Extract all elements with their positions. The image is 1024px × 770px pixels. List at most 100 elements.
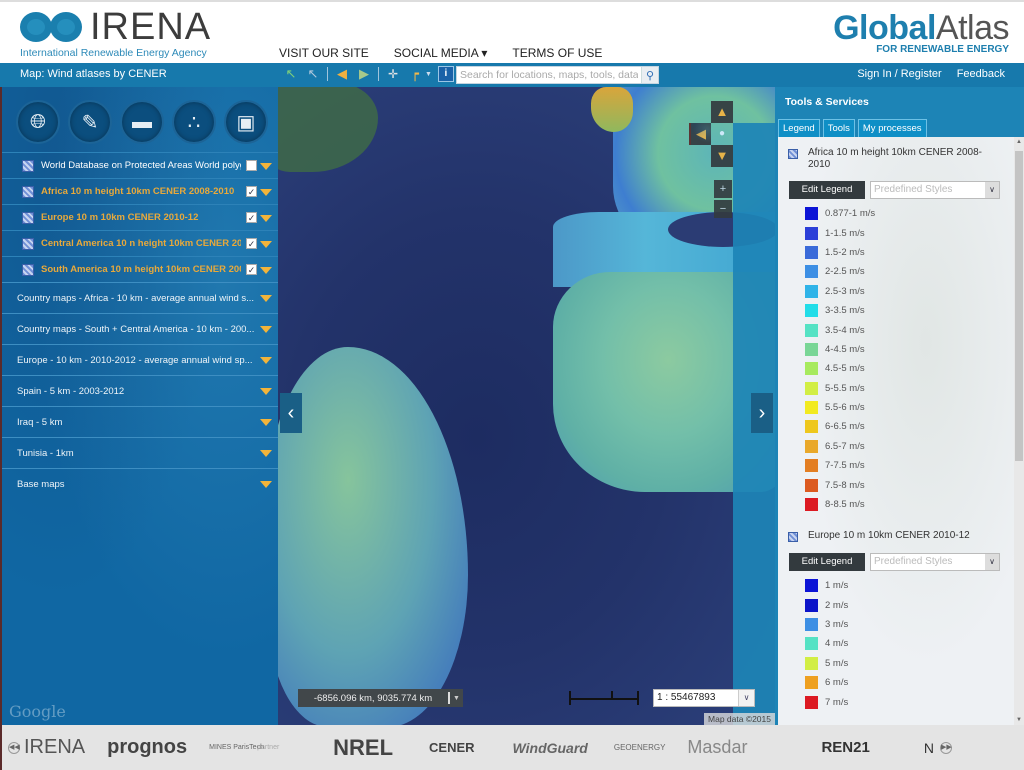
expand-icon[interactable] [260,163,272,170]
global-atlas-logo[interactable]: GlobalAtlas FOR RENEWABLE ENERGY [833,10,1009,55]
layer-checkbox[interactable]: ✓ [246,264,257,275]
zoom-in-icon[interactable]: ↖ [283,66,299,82]
zoom-in-button[interactable]: + [714,180,732,198]
expand-icon[interactable] [260,267,272,274]
partner-logo[interactable]: MINES ParisTech [209,744,264,751]
layer-checkbox[interactable]: ✓ [246,186,257,197]
layer-item[interactable]: Europe 10 m 10km CENER 2010-12 ✓ [2,204,278,230]
legend-label: 5.5-6 m/s [825,402,865,414]
pan-left-icon[interactable]: ◀ [689,123,711,145]
nav-visit-site[interactable]: VISIT OUR SITE [279,46,369,60]
tab-legend[interactable]: Legend [778,119,820,137]
edit-icon[interactable]: ✎ [68,100,112,144]
legend-swatch [805,637,818,651]
expand-icon[interactable] [260,481,272,488]
partner-logo[interactable]: CENER [429,740,475,755]
sign-in-link[interactable]: Sign In / Register [857,68,941,80]
edit-legend-button[interactable]: Edit Legend [789,181,865,199]
layer-group[interactable]: Country maps - Africa - 10 km - average … [2,282,278,313]
legend-item: 2 m/s [805,595,1012,614]
layer-group[interactable]: Country maps - South + Central America -… [2,313,278,344]
search-icon[interactable]: ⚲ [641,67,658,83]
globe-icon[interactable]: 🌐︎ [16,100,60,144]
legend-swatch [805,284,818,298]
legend-item: 3-3.5 m/s [805,301,1012,320]
partner-logo[interactable]: REN21 [821,739,869,756]
pan-center-icon[interactable]: ● [711,123,733,145]
partner-logo[interactable]: partner [257,744,317,751]
partner-logo[interactable]: prognos [107,736,187,759]
legend-label: 1-1.5 m/s [825,227,865,239]
folder-icon[interactable]: ▬ [120,100,164,144]
scrollbar[interactable]: ▲ ▼ [1014,137,1024,725]
map-canvas[interactable]: ▲ ◀ ● ▶ ▼ + − ‹ › -6856.096 km, 9035.774… [278,87,775,725]
coordinate-readout[interactable]: -6856.096 km, 9035.774 km ▼ [298,689,463,707]
layer-group[interactable]: Spain - 5 km - 2003-2012 [2,375,278,406]
legend-swatch [805,420,818,434]
irena-name: IRENA [90,6,212,48]
layer-group[interactable]: Europe - 10 km - 2010-2012 - average ann… [2,344,278,375]
chevron-down-icon[interactable]: ∨ [738,690,754,706]
expand-icon[interactable] [260,388,272,395]
save-icon[interactable]: ▣ [224,100,268,144]
expand-icon[interactable] [260,295,272,302]
expand-icon[interactable] [260,241,272,248]
expand-icon[interactable] [260,326,272,333]
chevron-down-icon[interactable]: ▼ [425,71,432,78]
scrollbar-thumb[interactable] [1015,151,1023,461]
partner-logo[interactable]: GEOENERGY [614,743,666,752]
layer-item[interactable]: World Database on Protected Areas World … [2,152,278,178]
collapse-left-panel-icon[interactable]: ‹ [280,393,302,433]
collapse-right-panel-icon[interactable]: › [751,393,773,433]
expand-icon[interactable] [260,357,272,364]
share-icon[interactable]: ∴ [172,100,216,144]
layer-item[interactable]: Central America 10 n height 10km CENER 2… [2,230,278,256]
forward-icon[interactable]: ▶ [356,66,372,82]
zoom-out-icon[interactable]: ↖ [305,66,321,82]
partner-logo[interactable]: N [924,740,934,756]
search-input[interactable] [457,67,642,83]
predefined-styles-select[interactable]: Predefined Styles ∨ [870,553,1000,571]
scroll-up-icon[interactable]: ▲ [1016,139,1022,145]
chevron-down-icon[interactable]: ∨ [985,554,999,570]
partner-logo[interactable]: IRENA [24,736,85,759]
legend-section: Africa 10 m height 10km CENER 2008-2010 … [778,147,1012,514]
layer-checkbox[interactable]: ✓ [246,238,257,249]
nav-social-media[interactable]: SOCIAL MEDIA ▾ [394,46,488,60]
layer-group[interactable]: Iraq - 5 km [2,406,278,437]
nav-terms-of-use[interactable]: TERMS OF USE [512,46,602,60]
feedback-link[interactable]: Feedback [957,68,1005,80]
tab-tools[interactable]: Tools [822,119,855,137]
expand-icon[interactable] [260,189,272,196]
legend-section: Europe 10 m 10km CENER 2010-12 Edit Lege… [778,530,1012,712]
layer-item[interactable]: South America 10 m height 10km CENER 200… [2,256,278,282]
scroll-down-icon[interactable]: ▼ [1016,717,1022,723]
layer-checkbox[interactable]: ✓ [246,212,257,223]
expand-icon[interactable] [260,215,272,222]
layer-item[interactable]: Africa 10 m height 10km CENER 2008-2010 … [2,178,278,204]
edit-legend-button[interactable]: Edit Legend [789,553,865,571]
measure-icon[interactable]: ┍ [407,66,423,82]
expand-icon[interactable] [260,450,272,457]
rewind-icon[interactable]: ◀◀ [8,741,20,754]
irena-logo[interactable]: IRENA [20,6,212,48]
tab-my-processes[interactable]: My processes [857,119,927,137]
pan-down-icon[interactable]: ▼ [711,145,733,167]
layer-group[interactable]: Tunisia - 1km [2,437,278,468]
chevron-down-icon[interactable]: ∨ [985,182,999,198]
partner-logo[interactable]: WindGuard [513,740,588,756]
info-icon[interactable]: i [437,66,454,82]
layer-checkbox[interactable] [246,160,257,171]
chevron-down-icon[interactable]: ▼ [453,695,463,702]
partner-logo[interactable]: NREL [333,735,393,761]
partner-logo[interactable]: Masdar [687,737,747,758]
fast-forward-icon[interactable]: ▶▶ [939,741,952,754]
predefined-styles-select[interactable]: Predefined Styles ∨ [870,181,1000,199]
expand-icon[interactable] [260,419,272,426]
layer-group[interactable]: Base maps [2,468,278,499]
pan-icon[interactable]: ✛ [385,66,401,82]
pan-up-icon[interactable]: ▲ [711,101,733,123]
scale-select[interactable]: 1 : 55467893 ∨ [653,689,755,707]
zoom-out-button[interactable]: − [714,200,732,218]
back-icon[interactable]: ◀ [334,66,350,82]
